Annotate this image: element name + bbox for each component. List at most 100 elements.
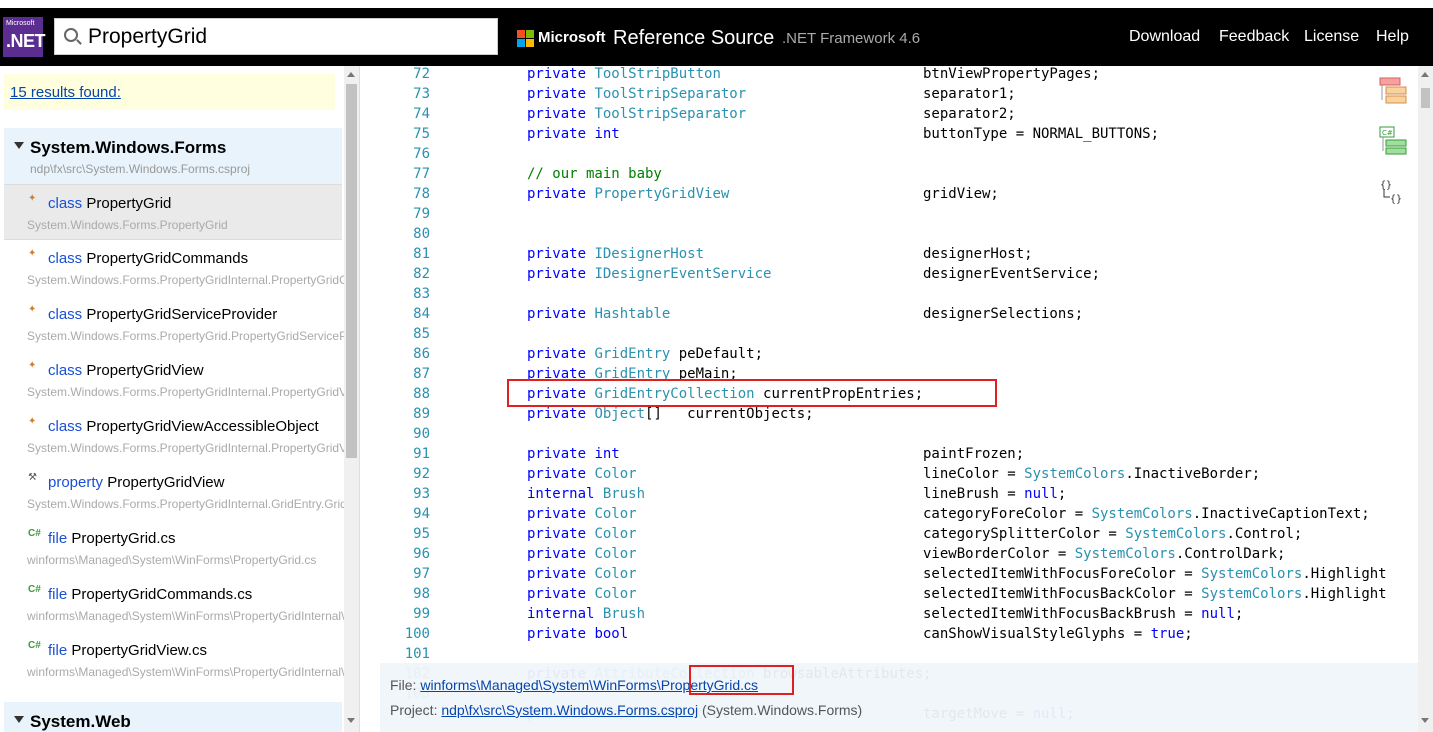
project-path-link[interactable]: ndp\fx\src\System.Windows.Forms.csproj (441, 702, 698, 718)
nav-license[interactable]: License (1304, 28, 1359, 46)
collapse-triangle-icon[interactable] (14, 716, 24, 723)
highlight-box-file-name (689, 665, 794, 695)
line-number[interactable]: 75 (380, 126, 430, 142)
line-number[interactable]: 96 (380, 546, 430, 562)
code-line: 97 private Color selectedItemWithFocusFore… (380, 566, 1418, 586)
line-number[interactable]: 100 (380, 626, 430, 642)
line-number[interactable]: 80 (380, 226, 430, 242)
code-token[interactable]: Color (594, 506, 636, 522)
scroll-down-arrow-icon[interactable] (347, 718, 355, 723)
code-token[interactable]: SystemColors (1201, 586, 1302, 602)
code-token[interactable]: IDesignerEventService (594, 266, 771, 282)
code-token[interactable]: ToolStripSeparator (594, 86, 746, 102)
line-number[interactable]: 74 (380, 106, 430, 122)
line-number[interactable]: 76 (380, 146, 430, 162)
code-token[interactable]: SystemColors (1125, 526, 1226, 542)
code-token[interactable]: SystemColors (1201, 566, 1302, 582)
search-box[interactable] (54, 18, 498, 55)
code-token[interactable]: Color (594, 526, 636, 542)
line-number[interactable]: 87 (380, 366, 430, 382)
line-number[interactable]: 86 (380, 346, 430, 362)
line-number[interactable]: 88 (380, 386, 430, 402)
line-number[interactable]: 82 (380, 266, 430, 282)
result-item[interactable]: ✦ class PropertyGridView System.Windows.Fo… (4, 352, 347, 408)
line-number[interactable]: 73 (380, 86, 430, 102)
code-token[interactable]: PropertyGridView (594, 186, 729, 202)
code-token: paintFrozen; (923, 446, 1025, 462)
line-number[interactable]: 84 (380, 306, 430, 322)
code-token[interactable]: IDesignerHost (594, 246, 704, 262)
line-number[interactable]: 78 (380, 186, 430, 202)
line-number[interactable]: 95 (380, 526, 430, 542)
scroll-down-arrow-icon[interactable] (1421, 718, 1429, 723)
code-token[interactable]: SystemColors (1092, 506, 1193, 522)
search-input[interactable] (88, 23, 488, 51)
line-number[interactable]: 77 (380, 166, 430, 182)
line-number[interactable]: 89 (380, 406, 430, 422)
scrollbar-thumb[interactable] (1421, 88, 1430, 108)
line-number[interactable]: 79 (380, 206, 430, 222)
scroll-up-arrow-icon[interactable] (1421, 72, 1429, 77)
code-token[interactable]: Color (594, 566, 636, 582)
dotnet-logo[interactable]: Microsoft .NET (3, 17, 46, 57)
group-header-system-web[interactable]: System.Web (4, 702, 342, 732)
code-token[interactable]: Object (594, 406, 645, 422)
line-number[interactable]: 97 (380, 566, 430, 582)
result-item[interactable]: ✦ class PropertyGridServiceProvider System… (4, 296, 347, 352)
results-scrollbar[interactable] (344, 66, 359, 732)
code-scrollbar[interactable] (1418, 66, 1433, 732)
result-item[interactable]: C# file PropertyGridCommands.cs winforms\M… (4, 576, 347, 632)
nav-feedback[interactable]: Feedback (1219, 28, 1289, 46)
csharp-file-icon[interactable]: C# (1378, 126, 1410, 156)
line-number[interactable]: 93 (380, 486, 430, 502)
code-token[interactable]: Brush (603, 606, 645, 622)
braces-outline-icon[interactable]: {} {} (1380, 178, 1412, 208)
code-line: 96 private Color viewBorderColor = SystemC… (380, 546, 1418, 566)
result-item[interactable]: C# file PropertyGrid.cs winforms\Managed\S… (4, 520, 342, 576)
code-token: private (527, 66, 595, 82)
scroll-up-arrow-icon[interactable] (347, 72, 355, 77)
code-token[interactable]: Color (594, 586, 636, 602)
nav-download[interactable]: Download (1129, 28, 1200, 46)
scrollbar-thumb[interactable] (346, 84, 357, 458)
code-token: private (527, 566, 595, 582)
line-number[interactable]: 91 (380, 446, 430, 462)
code-token: separator2; (923, 106, 1016, 122)
collapse-triangle-icon[interactable] (14, 142, 24, 149)
line-number[interactable]: 92 (380, 466, 430, 482)
code-token[interactable]: SystemColors (1075, 546, 1176, 562)
code-token[interactable]: Brush (603, 486, 645, 502)
result-item[interactable]: ✦ class PropertyGridCommands System.Window… (4, 240, 347, 296)
nav-help[interactable]: Help (1376, 28, 1409, 46)
code-token[interactable]: SystemColors (1024, 466, 1125, 482)
code-token[interactable]: ToolStripSeparator (594, 106, 746, 122)
code-token[interactable]: Color (594, 546, 636, 562)
line-number[interactable]: 83 (380, 286, 430, 302)
result-item[interactable]: ✦ class PropertyGridViewAccessibleObject S… (4, 408, 347, 464)
line-number[interactable]: 85 (380, 326, 430, 342)
line-number[interactable]: 99 (380, 606, 430, 622)
result-item[interactable]: ✦ class PropertyGrid System.Windows.Forms.… (4, 184, 342, 240)
document-outline-icon[interactable] (1378, 76, 1410, 106)
line-number[interactable]: 94 (380, 506, 430, 522)
code-token: categorySplitterColor = (923, 526, 1126, 542)
file-path-link[interactable]: winforms\Managed\System\WinForms\ (420, 677, 660, 693)
line-number[interactable]: 98 (380, 586, 430, 602)
result-item[interactable]: C# file PropertyGridView.cs winforms\Manag… (4, 632, 347, 688)
group-header-system-windows-forms[interactable]: System.Windows.Forms ndp\fx\src\System.W… (4, 128, 342, 184)
line-number[interactable]: 101 (380, 646, 430, 662)
result-subtitle: winforms\Managed\System\WinForms\Propert… (27, 609, 347, 623)
code-member: canShowVisualStyleGlyphs = true; (923, 626, 1193, 642)
line-number[interactable]: 72 (380, 66, 430, 82)
code-token[interactable]: Color (594, 466, 636, 482)
line-number[interactable]: 90 (380, 426, 430, 442)
result-item[interactable]: ⚒ property PropertyGridView System.Windows… (4, 464, 347, 520)
code-member: categorySplitterColor = SystemColors.Con… (923, 526, 1302, 542)
code-token[interactable]: GridEntry (594, 346, 670, 362)
site-title[interactable]: Reference Source (613, 27, 774, 50)
line-number[interactable]: 81 (380, 246, 430, 262)
code-token[interactable]: ToolStripButton (594, 66, 720, 82)
results-count-link[interactable]: 15 results found: (10, 84, 121, 101)
code-token[interactable]: Hashtable (594, 306, 670, 322)
result-kind: class (48, 195, 83, 212)
